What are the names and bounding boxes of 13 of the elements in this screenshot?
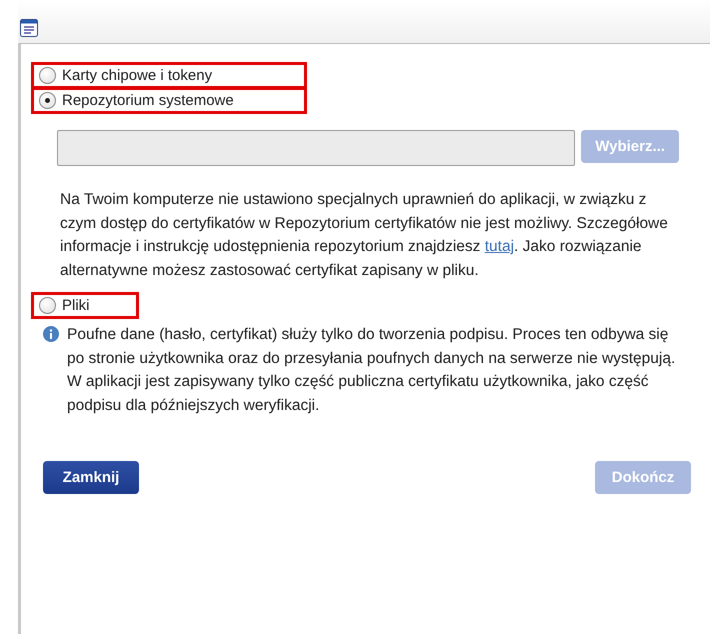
- file-path-field[interactable]: [57, 130, 576, 166]
- help-link[interactable]: tutaj: [484, 238, 514, 255]
- highlighted-radio-option[interactable]: Pliki: [33, 294, 137, 317]
- highlighted-radio-option[interactable]: Karty chipowe i tokeny: [33, 64, 305, 87]
- window-icon: [20, 19, 38, 37]
- info-text: Poufne dane (hasło, certyfikat) służy tylko do tworzenia podpisu. Proces ten odbywa się po stronie użytkownika oraz do przesyłania poufnych danych na serwerze nie występują. W aplikacji jest zapisywany tylko część publiczna certyfikatu użytkownika, jako część podpisu dla późniejszych weryfikacji.: [67, 325, 676, 416]
- selected-radio-button[interactable]: [39, 92, 56, 109]
- radio-button[interactable]: [39, 297, 56, 314]
- notice-text: Na Twoim komputerze nie ustawiono specjalnych uprawnień do aplikacji, w związku z czym dostęp do certyfikatów w Repozytorium certyfikatów nie jest możliwy. Szczegółowe informacje i instrukcję udostępnienia repozytorium znajdziesz tutaj. Jako rozwiązanie alternatywne możesz zastosować certyfikat zapisany w pliku.: [60, 190, 669, 280]
- highlighted-radio-option[interactable]: Repozytorium systemowe: [33, 89, 305, 112]
- close-button[interactable]: Zamknij: [43, 461, 139, 494]
- radio-button[interactable]: [39, 67, 56, 84]
- info-icon: [43, 326, 59, 342]
